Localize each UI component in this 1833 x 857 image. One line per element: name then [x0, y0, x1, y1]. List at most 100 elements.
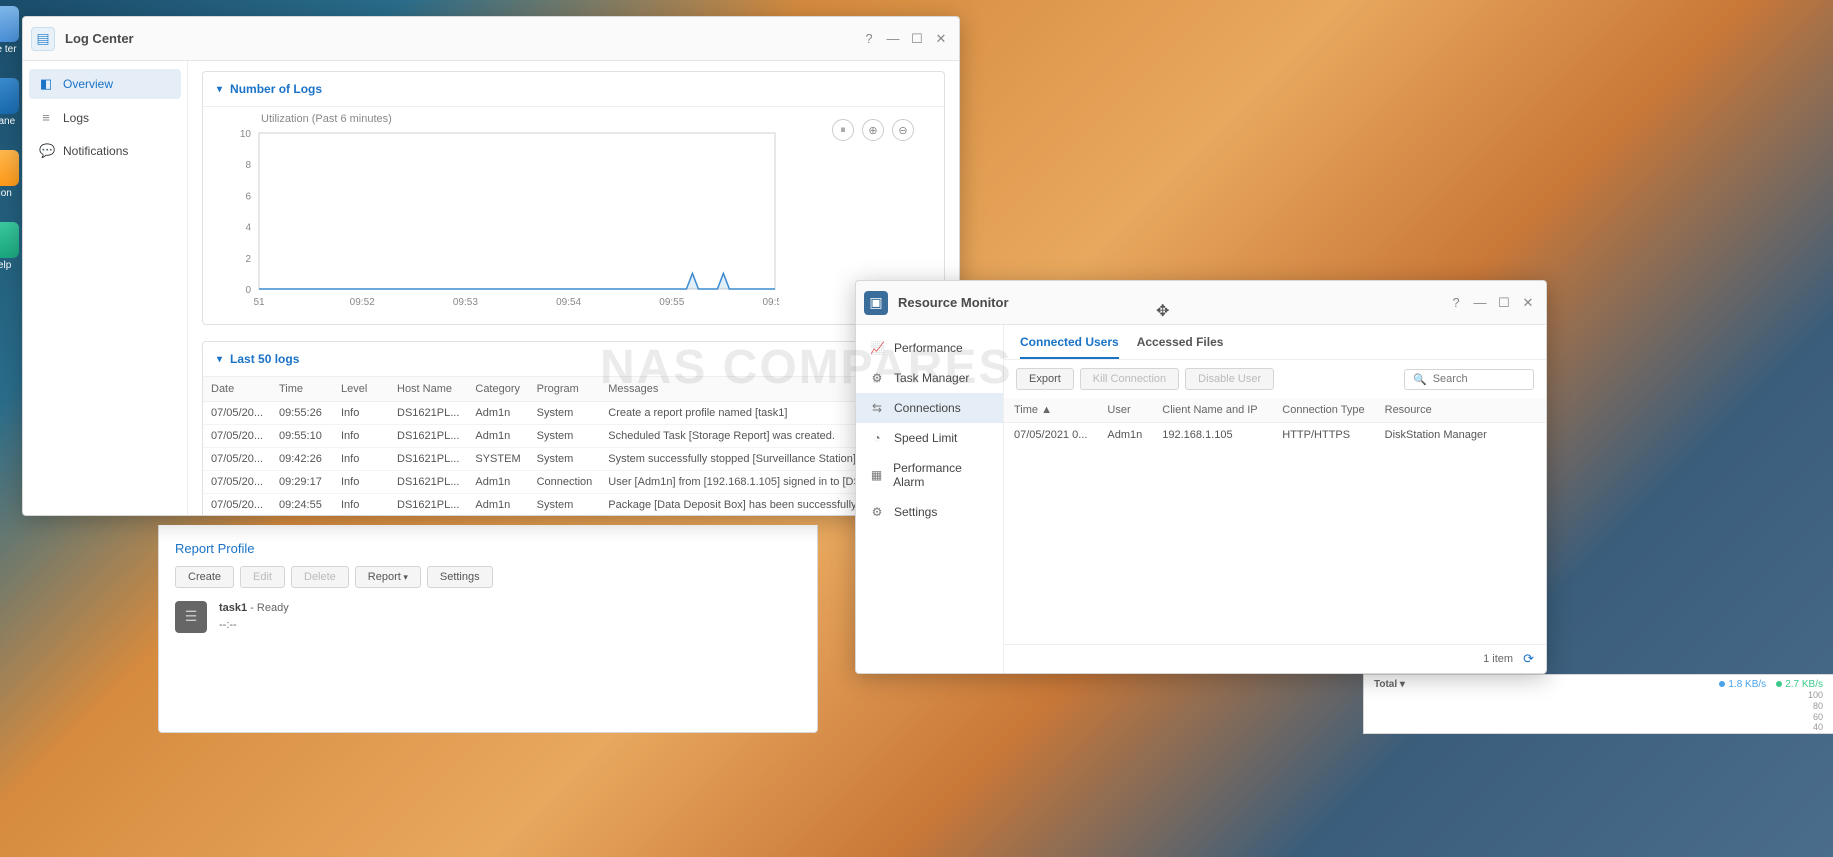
svg-text:09:53: 09:53 — [453, 297, 478, 308]
chevron-up-icon: ▾ — [217, 84, 222, 95]
table-row[interactable]: 07/05/20...09:42:26InfoDS1621PL...SYSTEM… — [203, 448, 944, 471]
resource-monitor-sidebar: 📈Performance ⚙Task Manager ⇆Connections … — [856, 325, 1004, 673]
net-total-label[interactable]: Total ▾ — [1374, 679, 1405, 690]
report-profile-title: Report Profile — [175, 541, 801, 556]
create-button[interactable]: Create — [175, 566, 234, 588]
col-program[interactable]: Program — [529, 377, 601, 402]
chart-zoom-out-button[interactable]: ⊖ — [892, 119, 914, 141]
col-user[interactable]: User — [1097, 398, 1152, 423]
last-50-logs-header[interactable]: ▾ Last 50 logs — [203, 342, 944, 377]
desktop-icon-strip: age ter l Pane ation Help — [0, 0, 24, 294]
number-of-logs-header[interactable]: ▾ Number of Logs — [203, 72, 944, 107]
upload-rate: 1.8 KB/s — [1719, 679, 1766, 690]
col-ctype[interactable]: Connection Type — [1272, 398, 1374, 423]
col-date[interactable]: Date — [203, 377, 271, 402]
search-input[interactable]: 🔍 — [1404, 369, 1534, 390]
connections-tabs: Connected Users Accessed Files — [1004, 325, 1546, 360]
sidebar-item-task-manager[interactable]: ⚙Task Manager — [856, 363, 1003, 393]
refresh-button[interactable]: ⟳ — [1523, 651, 1534, 667]
maximize-button[interactable]: ☐ — [1494, 293, 1514, 313]
table-row[interactable]: 07/05/2021 0...Adm1n192.168.1.105HTTP/HT… — [1004, 423, 1546, 448]
table-row[interactable]: 07/05/20...09:55:10InfoDS1621PL...Adm1nS… — [203, 425, 944, 448]
download-rate: 2.7 KB/s — [1776, 679, 1823, 690]
chart-zoom-in-button[interactable]: ⊕ — [862, 119, 884, 141]
sidebar-item-performance[interactable]: 📈Performance — [856, 333, 1003, 363]
desktop-icon-station[interactable]: ation — [0, 150, 22, 210]
table-row[interactable]: 07/05/20...09:29:17InfoDS1621PL...Adm1nC… — [203, 471, 944, 494]
profile-item[interactable]: ☰ task1 - Ready --:-- — [175, 600, 801, 633]
resource-monitor-titlebar[interactable]: ▣ Resource Monitor ✥ ? — ☐ ✕ — [856, 281, 1546, 325]
kill-connection-button[interactable]: Kill Connection — [1080, 368, 1179, 390]
delete-button[interactable]: Delete — [291, 566, 349, 588]
settings-button[interactable]: Settings — [427, 566, 493, 588]
desktop-icon-help[interactable]: Help — [0, 222, 22, 282]
performance-icon: 📈 — [870, 341, 884, 355]
log-center-sidebar: ◧Overview ≡Logs 💬Notifications — [23, 61, 188, 515]
network-widget: Total ▾ 1.8 KB/s 2.7 KB/s 10080 6040 — [1363, 674, 1833, 734]
sidebar-item-overview[interactable]: ◧Overview — [29, 69, 181, 99]
minimize-button[interactable]: — — [883, 29, 903, 49]
maximize-button[interactable]: ☐ — [907, 29, 927, 49]
chart-subtitle: Utilization (Past 6 minutes) — [261, 113, 928, 125]
close-button[interactable]: ✕ — [1518, 293, 1538, 313]
task-icon: ⚙ — [870, 371, 884, 385]
minimize-button[interactable]: — — [1470, 293, 1490, 313]
help-button[interactable]: ? — [1446, 293, 1466, 313]
profile-name: task1 — [219, 602, 247, 614]
col-client[interactable]: Client Name and IP — [1152, 398, 1272, 423]
col-host[interactable]: Host Name — [389, 377, 467, 402]
col-level[interactable]: Level — [333, 377, 389, 402]
edit-button[interactable]: Edit — [240, 566, 285, 588]
tab-connected-users[interactable]: Connected Users — [1020, 335, 1119, 359]
close-button[interactable]: ✕ — [931, 29, 951, 49]
col-category[interactable]: Category — [467, 377, 528, 402]
help-button[interactable]: ? — [859, 29, 879, 49]
svg-text:0: 0 — [245, 285, 251, 296]
sidebar-item-logs[interactable]: ≡Logs — [29, 103, 181, 132]
sidebar-item-settings[interactable]: ⚙Settings — [856, 497, 1003, 527]
logs-table: Date Time Level Host Name Category Progr… — [203, 377, 944, 515]
report-profile-pane: Report Profile Create Edit Delete Report… — [158, 525, 818, 733]
export-button[interactable]: Export — [1016, 368, 1074, 390]
profile-sub: --:-- — [219, 617, 289, 634]
log-center-icon: ▤ — [31, 27, 55, 51]
resource-monitor-window: ▣ Resource Monitor ✥ ? — ☐ ✕ 📈Performanc… — [855, 280, 1547, 674]
table-row[interactable]: 07/05/20...09:24:55InfoDS1621PL...Adm1nS… — [203, 494, 944, 516]
speed-icon: ◔ — [870, 431, 884, 445]
desktop-icon-panel[interactable]: l Pane — [0, 78, 22, 138]
number-of-logs-panel: ▾ Number of Logs Utilization (Past 6 min… — [202, 71, 945, 325]
disable-user-button[interactable]: Disable User — [1185, 368, 1274, 390]
desktop-icon-storage[interactable]: age ter — [0, 6, 22, 66]
search-icon: 🔍 — [1413, 373, 1427, 386]
svg-text:4: 4 — [245, 223, 251, 234]
tab-accessed-files[interactable]: Accessed Files — [1137, 335, 1224, 359]
net-yticks: 10080 6040 — [1808, 690, 1823, 733]
log-center-window: ▤ Log Center ? — ☐ ✕ ◧Overview ≡Logs 💬No… — [22, 16, 960, 516]
profile-status: - Ready — [247, 602, 289, 614]
sidebar-item-connections[interactable]: ⇆Connections — [856, 393, 1003, 423]
col-time[interactable]: Time ▲ — [1004, 398, 1097, 423]
chart-pause-button[interactable]: ⏸ — [832, 119, 854, 141]
last-50-logs-panel: ▾ Last 50 logs Date Time Level Host Name… — [202, 341, 945, 515]
col-resource[interactable]: Resource — [1375, 398, 1546, 423]
move-cursor-icon: ✥ — [1156, 301, 1169, 321]
col-time[interactable]: Time — [271, 377, 333, 402]
notifications-icon: 💬 — [39, 143, 53, 159]
log-center-titlebar[interactable]: ▤ Log Center ? — ☐ ✕ — [23, 17, 959, 61]
svg-text:09:54: 09:54 — [556, 297, 581, 308]
sidebar-item-perf-alarm[interactable]: ▦Performance Alarm — [856, 453, 1003, 497]
table-row[interactable]: 07/05/20...09:55:26InfoDS1621PL...Adm1nS… — [203, 402, 944, 425]
report-dropdown[interactable]: Report — [355, 566, 421, 588]
svg-text:09:52: 09:52 — [350, 297, 375, 308]
overview-icon: ◧ — [39, 76, 53, 92]
svg-text:2: 2 — [245, 254, 251, 265]
svg-text:09:55: 09:55 — [659, 297, 684, 308]
sidebar-item-notifications[interactable]: 💬Notifications — [29, 136, 181, 166]
svg-text:6: 6 — [245, 191, 251, 202]
connections-icon: ⇆ — [870, 401, 884, 415]
gear-icon: ⚙ — [870, 505, 884, 519]
svg-text:8: 8 — [245, 160, 251, 171]
sidebar-item-speed-limit[interactable]: ◔Speed Limit — [856, 423, 1003, 453]
logs-icon: ≡ — [39, 110, 53, 125]
report-icon: ☰ — [175, 601, 207, 633]
